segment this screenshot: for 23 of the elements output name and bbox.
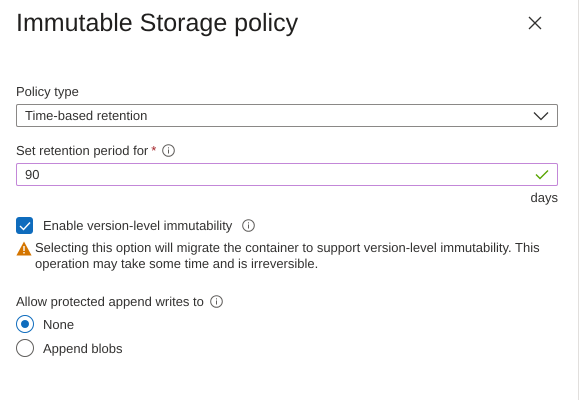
required-mark: * (151, 143, 156, 158)
field-label: Policy type (16, 84, 79, 99)
radio-button[interactable] (16, 339, 34, 357)
checkbox[interactable] (16, 217, 33, 234)
warning-message: Selecting this option will migrate the container to support version-level immutability. This operation may take some time and is irreversible. (35, 240, 541, 272)
info-icon (162, 144, 176, 157)
panel-title: Immutable Storage policy (16, 8, 298, 38)
unit-label: days (530, 190, 558, 205)
checkmark-icon (18, 220, 30, 230)
field-label: Set retention period for (16, 143, 148, 158)
checkbox-label: Enable version-level immutability (43, 218, 232, 233)
info-icon (210, 295, 223, 308)
radio-button[interactable] (16, 315, 34, 333)
radio-label: None (43, 316, 74, 332)
policy-type-dropdown[interactable]: Time-based retention (16, 104, 558, 127)
radio-label: Append blobs (43, 340, 123, 356)
retention-input[interactable]: 90 (16, 163, 558, 186)
field-label: Allow protected append writes to (16, 294, 204, 309)
info-icon (242, 219, 256, 232)
warning-icon (16, 241, 32, 256)
chevron-down-icon (533, 110, 549, 120)
close-button[interactable] (527, 15, 543, 31)
close-icon (527, 15, 543, 31)
